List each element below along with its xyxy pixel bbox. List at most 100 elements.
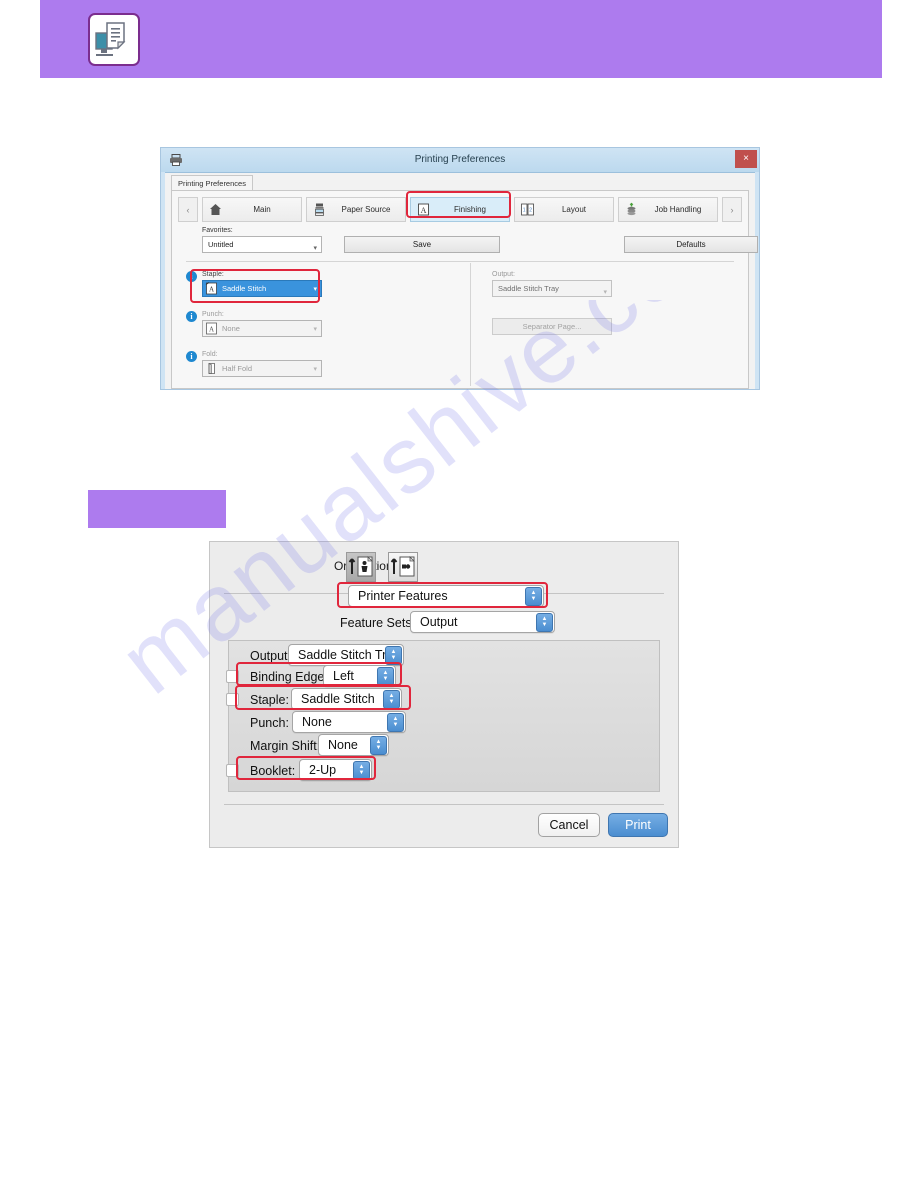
tab-strip: ‹ Main Paper Source A Finishing 1 2 Layo…: [178, 197, 742, 222]
booklet-popup[interactable]: 2-Up ▲ ▼: [299, 759, 372, 781]
chevron-down-icon: ▾: [313, 245, 317, 252]
stepper-icon[interactable]: ▲ ▼: [377, 666, 394, 686]
punch-value: None: [222, 324, 240, 333]
output-row-popup[interactable]: Saddle Stitch Tray ▲▼: [288, 644, 404, 666]
print-button[interactable]: Print: [608, 813, 668, 837]
favorites-select[interactable]: Untitled ▾: [202, 236, 322, 253]
staple-checkbox[interactable]: [226, 693, 239, 706]
staple-select[interactable]: A Saddle Stitch ▾: [202, 280, 322, 297]
staple-a-icon: A: [205, 282, 218, 295]
tab-job-handling[interactable]: Job Handling: [618, 197, 718, 222]
booklet-value: 2-Up: [309, 763, 337, 777]
binding-edge-value: Left: [333, 669, 354, 683]
feature-sets-value: Output: [420, 615, 458, 629]
binding-edge-checkbox[interactable]: [226, 670, 239, 683]
window-body: Printing Preferences ‹ Main Paper Source…: [165, 173, 758, 389]
stepper-icon[interactable]: ▲ ▼: [383, 689, 400, 709]
panel-popup-menu[interactable]: Printer Features ▲ ▼: [348, 585, 544, 607]
window-title: Printing Preferences: [414, 154, 506, 165]
fold-option-group: i Fold: Half Fold ▾: [186, 351, 322, 377]
feature-sets-popup[interactable]: Output ▲ ▼: [410, 611, 555, 633]
chevron-down-icon: ▾: [313, 365, 317, 373]
svg-text:A: A: [209, 326, 214, 334]
booklet-checkbox[interactable]: [226, 764, 239, 777]
feature-sets-label: Feature Sets:: [340, 616, 416, 630]
svg-text:1: 1: [523, 208, 526, 214]
booklet-label: Booklet:: [250, 764, 296, 778]
staple-label: Staple:: [202, 271, 224, 278]
margin-shift-value: None: [328, 738, 358, 752]
fold-value: Half Fold: [222, 364, 253, 373]
home-icon: [208, 202, 223, 217]
tab-scroll-right-button[interactable]: ›: [722, 197, 742, 222]
fold-select[interactable]: Half Fold ▾: [202, 360, 322, 377]
preferences-panel: ‹ Main Paper Source A Finishing 1 2 Layo…: [171, 190, 758, 389]
output-select[interactable]: Saddle Stitch Tray ▾: [492, 280, 612, 297]
staple-option-group: i Staple: A Saddle Stitch ▾: [186, 271, 322, 297]
svg-text:A: A: [209, 286, 214, 294]
margin-shift-label: Margin Shift:: [250, 739, 321, 753]
fold-label: Fold:: [202, 351, 218, 358]
punch-option-group: i Punch: A None ▾: [186, 311, 322, 337]
portrait-orientation-button[interactable]: [346, 552, 376, 582]
output-label: Output:: [492, 271, 515, 278]
orientation-row: Orientation:: [210, 552, 678, 582]
tab-main-label: Main: [253, 205, 271, 214]
stepper-icon[interactable]: ▲ ▼: [370, 735, 387, 755]
stepper-icon[interactable]: ▲ ▼: [536, 612, 553, 632]
chevron-down-icon: ▾: [603, 289, 607, 296]
two-page-layout-icon: 1 2: [520, 202, 535, 217]
orientation-label: Orientation:: [276, 559, 396, 573]
tab-finishing[interactable]: A Finishing: [410, 197, 510, 222]
tab-main[interactable]: Main: [202, 197, 302, 222]
favorites-label: Favorites:: [202, 227, 233, 234]
footer-divider: [224, 804, 664, 805]
paper-tray-icon: [312, 202, 327, 217]
close-icon[interactable]: ×: [735, 150, 757, 168]
fold-icon: [205, 362, 218, 375]
chevron-down-icon: ▾: [313, 325, 317, 333]
section-label-block: [88, 490, 226, 528]
punch-info-icon[interactable]: i: [186, 311, 197, 322]
output-row-value: Saddle Stitch Tray: [298, 648, 385, 662]
punch-select[interactable]: A None ▾: [202, 320, 322, 337]
stepper-icon[interactable]: ▲ ▼: [387, 712, 404, 732]
binding-edge-popup[interactable]: Left ▲ ▼: [323, 665, 396, 687]
punch-row-popup[interactable]: None ▲ ▼: [292, 711, 406, 733]
tab-job-handling-label: Job Handling: [654, 205, 702, 214]
staple-row-popup[interactable]: Saddle Stitch ▲ ▼: [291, 688, 402, 710]
staple-row-value: Saddle Stitch: [301, 692, 375, 706]
separator-page-button[interactable]: Separator Page...: [492, 318, 612, 335]
punch-row-value: None: [302, 715, 332, 729]
landscape-orientation-button[interactable]: [388, 552, 418, 582]
vertical-divider: [470, 263, 471, 386]
save-button[interactable]: Save: [344, 236, 500, 253]
printing-preferences-window: Printing Preferences × Printing Preferen…: [160, 147, 760, 390]
tab-scroll-left-button[interactable]: ‹: [178, 197, 198, 222]
margin-shift-popup[interactable]: None ▲ ▼: [318, 734, 389, 756]
cancel-button[interactable]: Cancel: [538, 813, 600, 837]
tab-paper-source[interactable]: Paper Source: [306, 197, 406, 222]
output-row-label: Output:: [250, 649, 291, 663]
tab-finishing-label: Finishing: [453, 205, 486, 214]
panel-popup-value: Printer Features: [358, 589, 448, 603]
stepper-icon[interactable]: ▲ ▼: [353, 760, 370, 780]
letter-a-page-icon: A: [416, 202, 431, 217]
tab-printing-preferences[interactable]: Printing Preferences: [171, 175, 253, 191]
mac-print-dialog: Orientation: Printer Features ▲▼: [209, 541, 679, 848]
printer-document-icon: [88, 13, 140, 66]
stack-icon: [624, 202, 639, 217]
favorites-value: Untitled: [208, 240, 234, 249]
output-value: Saddle Stitch Tray: [498, 284, 559, 293]
stepper-icon[interactable]: ▲ ▼: [525, 586, 542, 606]
staple-info-icon[interactable]: i: [186, 271, 197, 282]
stepper-icon[interactable]: ▲ ▼: [385, 645, 402, 665]
chevron-down-icon: ▾: [313, 285, 317, 293]
binding-edge-label: Binding Edge:: [250, 670, 328, 684]
staple-value: Saddle Stitch: [222, 284, 267, 293]
fold-info-icon[interactable]: i: [186, 351, 197, 362]
punch-a-icon: A: [205, 322, 218, 335]
defaults-button[interactable]: Defaults: [624, 236, 758, 253]
tab-layout[interactable]: 1 2 Layout: [514, 197, 614, 222]
svg-text:2: 2: [529, 208, 532, 214]
